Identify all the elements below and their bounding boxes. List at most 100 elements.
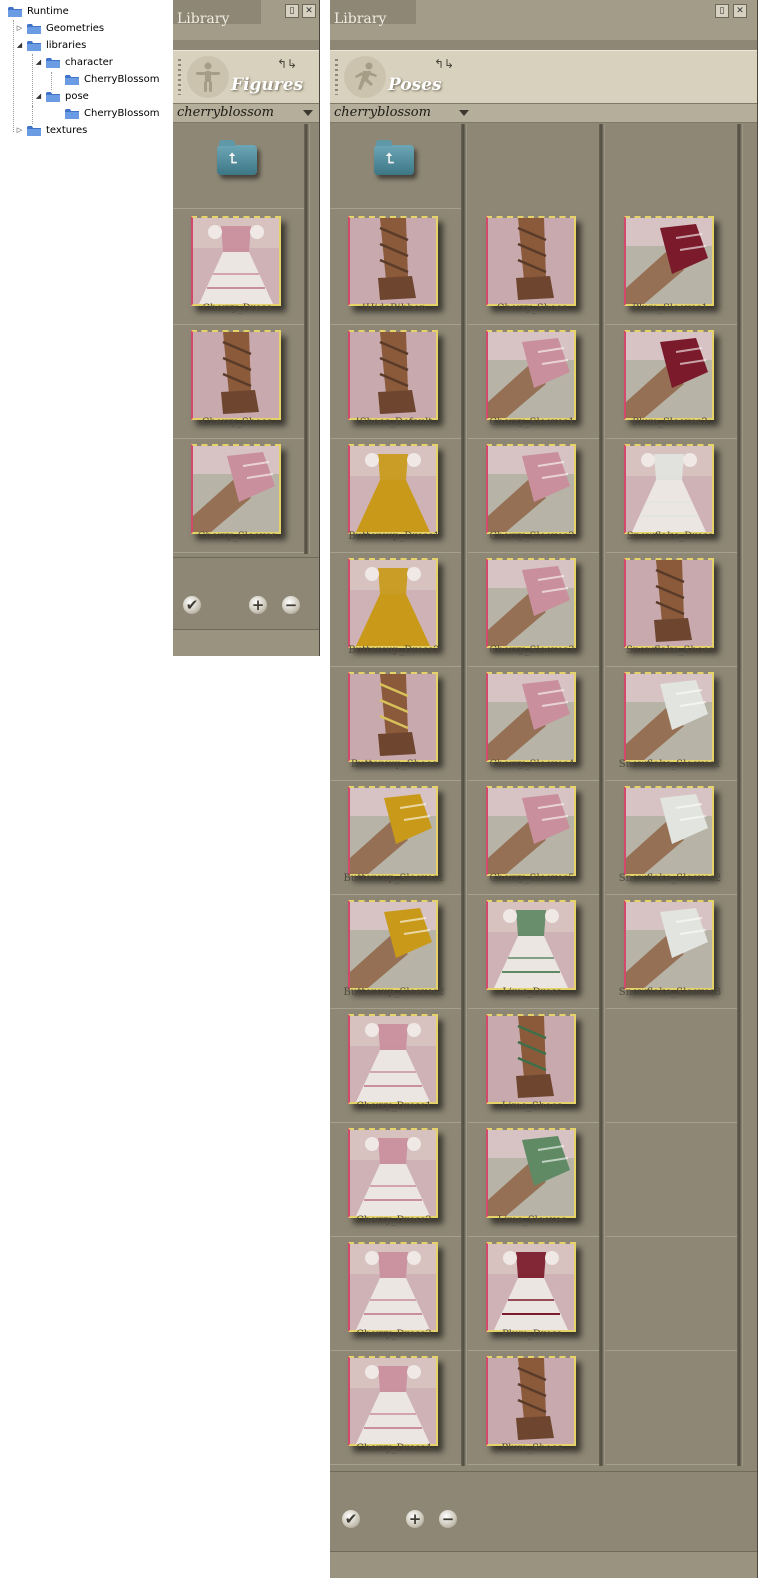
thumbnail-image[interactable] [348,444,438,534]
library-item[interactable]: Buttercup_Sleeves2 [330,895,467,1009]
thumbnail-image[interactable] [486,1356,576,1446]
thumbnail-image[interactable] [348,900,438,990]
thumbnail-image[interactable] [624,216,714,306]
dock-icon[interactable]: ▯ [285,4,299,18]
thumbnail-image[interactable] [191,216,281,306]
swap-icon[interactable]: ↰↳ [434,57,454,71]
library-item[interactable]: Plum_Sleeves2 [606,325,743,439]
add-button[interactable]: + [406,1510,424,1528]
thumbnail-image[interactable] [348,672,438,762]
library-item[interactable]: Cherry_Dress4 [330,1351,467,1465]
library-item[interactable]: Snowflake_Sleeves3 [606,895,743,1009]
add-button[interactable]: + [249,596,267,614]
remove-button[interactable]: − [439,1510,457,1528]
thumbnail-image[interactable] [486,1014,576,1104]
poses-titlebar[interactable]: Library ▯ ✕ [330,0,757,40]
tree-node[interactable]: Geometries [27,20,104,36]
thumbnail-image[interactable] [348,1014,438,1104]
library-item[interactable]: Lime_Shoes [468,1009,605,1123]
library-item[interactable]: Cherry_Sleeves5 [468,781,605,895]
thumbnail-image[interactable] [624,558,714,648]
collapse-icon[interactable]: ◢ [15,41,24,50]
up-folder-icon[interactable]: ⮤ [217,140,257,175]
up-folder-icon[interactable]: ⮤ [374,140,414,175]
tree-node[interactable]: libraries [27,37,86,53]
expand-icon[interactable]: ▷ [15,24,24,33]
thumbnail-image[interactable] [624,900,714,990]
column-divider[interactable] [599,124,605,1466]
thumbnail-image[interactable] [486,1242,576,1332]
library-item[interactable]: Buttercup_Shoes [330,667,467,781]
parent-folder-cell[interactable]: ⮤ [330,124,467,209]
library-item[interactable]: Cherry_Sleeves1 [468,325,605,439]
thumbnail-image[interactable] [486,558,576,648]
thumbnail-image[interactable] [348,1242,438,1332]
thumbnail-image[interactable] [486,900,576,990]
tree-node[interactable]: CherryBlossom [65,71,159,87]
library-item[interactable]: Snowflake_Sleeves2 [606,781,743,895]
folder-dropdown[interactable]: cherryblossom [173,104,319,123]
library-item[interactable]: Cherry_Dress3 [330,1237,467,1351]
library-item[interactable]: Cherry_Sleeves [173,439,310,553]
chevron-down-icon[interactable] [303,110,313,116]
tree-node[interactable]: textures [27,122,87,138]
figures-titlebar[interactable]: Library ▯ ✕ [173,0,319,40]
chevron-down-icon[interactable] [459,110,469,116]
scrollbar[interactable] [304,124,310,554]
library-item[interactable]: Cherry_Dress [173,211,310,325]
thumbnail-image[interactable] [348,786,438,876]
library-item[interactable]: Buttercup_Dress1 [330,439,467,553]
poses-category-header[interactable]: Poses ↰↳ [330,50,757,104]
folder-dropdown[interactable]: cherryblossom [330,104,757,123]
library-item[interactable]: Cherry_Sleeves3 [468,553,605,667]
thumbnail-image[interactable] [486,330,576,420]
library-item[interactable]: Snowflake_Shoes [606,553,743,667]
parent-folder-cell[interactable]: ⮤ [173,124,310,209]
thumbnail-image[interactable] [486,786,576,876]
thumbnail-image[interactable] [624,786,714,876]
close-icon[interactable]: ✕ [733,4,747,18]
expand-icon[interactable]: ▷ [15,126,24,135]
thumbnail-image[interactable] [348,558,438,648]
tree-node[interactable]: Runtime [8,3,69,19]
library-item[interactable]: Plum_Dress [468,1237,605,1351]
library-item[interactable]: Snowflake_Sleeves1 [606,667,743,781]
collapse-icon[interactable]: ◢ [34,92,43,101]
thumbnail-image[interactable] [486,444,576,534]
library-item[interactable]: Cherry_Dress1 [330,1009,467,1123]
library-item[interactable]: Lime_Dress [468,895,605,1009]
thumbnail-image[interactable] [486,216,576,306]
swap-icon[interactable]: ↰↳ [277,57,297,71]
thumbnail-image[interactable] [348,216,438,306]
figures-category-header[interactable]: Figures ↰↳ [173,50,319,104]
library-item[interactable]: !Shoes_Default [330,325,467,439]
column-divider[interactable] [737,124,743,1466]
thumbnail-image[interactable] [486,672,576,762]
thumbnail-image[interactable] [486,1128,576,1218]
tree-node[interactable]: pose [46,88,89,104]
check-icon[interactable]: ✔ [342,1510,360,1528]
library-item[interactable]: Buttercup_Dress2 [330,553,467,667]
tree-node[interactable]: character [46,54,113,70]
library-item[interactable]: Cherry_Sleeves2 [468,439,605,553]
library-item[interactable]: Buttercup_Sleeves1 [330,781,467,895]
library-item[interactable]: Plum_Sleeves1 [606,211,743,325]
remove-button[interactable]: − [282,596,300,614]
thumbnail-image[interactable] [191,330,281,420]
dock-icon[interactable]: ▯ [715,4,729,18]
thumbnail-image[interactable] [191,444,281,534]
library-item[interactable]: Snowflake_Dress [606,439,743,553]
thumbnail-image[interactable] [348,1128,438,1218]
library-item[interactable]: !HideRibbon [330,211,467,325]
column-divider[interactable] [461,124,467,1466]
check-icon[interactable]: ✔ [183,596,201,614]
library-item[interactable]: Cherry_Sleeves4 [468,667,605,781]
library-item[interactable]: Lime_Sleeves [468,1123,605,1237]
thumbnail-image[interactable] [348,1356,438,1446]
thumbnail-image[interactable] [348,330,438,420]
thumbnail-image[interactable] [624,330,714,420]
close-icon[interactable]: ✕ [302,4,316,18]
thumbnail-image[interactable] [624,672,714,762]
tree-node[interactable]: CherryBlossom [65,105,159,121]
collapse-icon[interactable]: ◢ [34,58,43,67]
